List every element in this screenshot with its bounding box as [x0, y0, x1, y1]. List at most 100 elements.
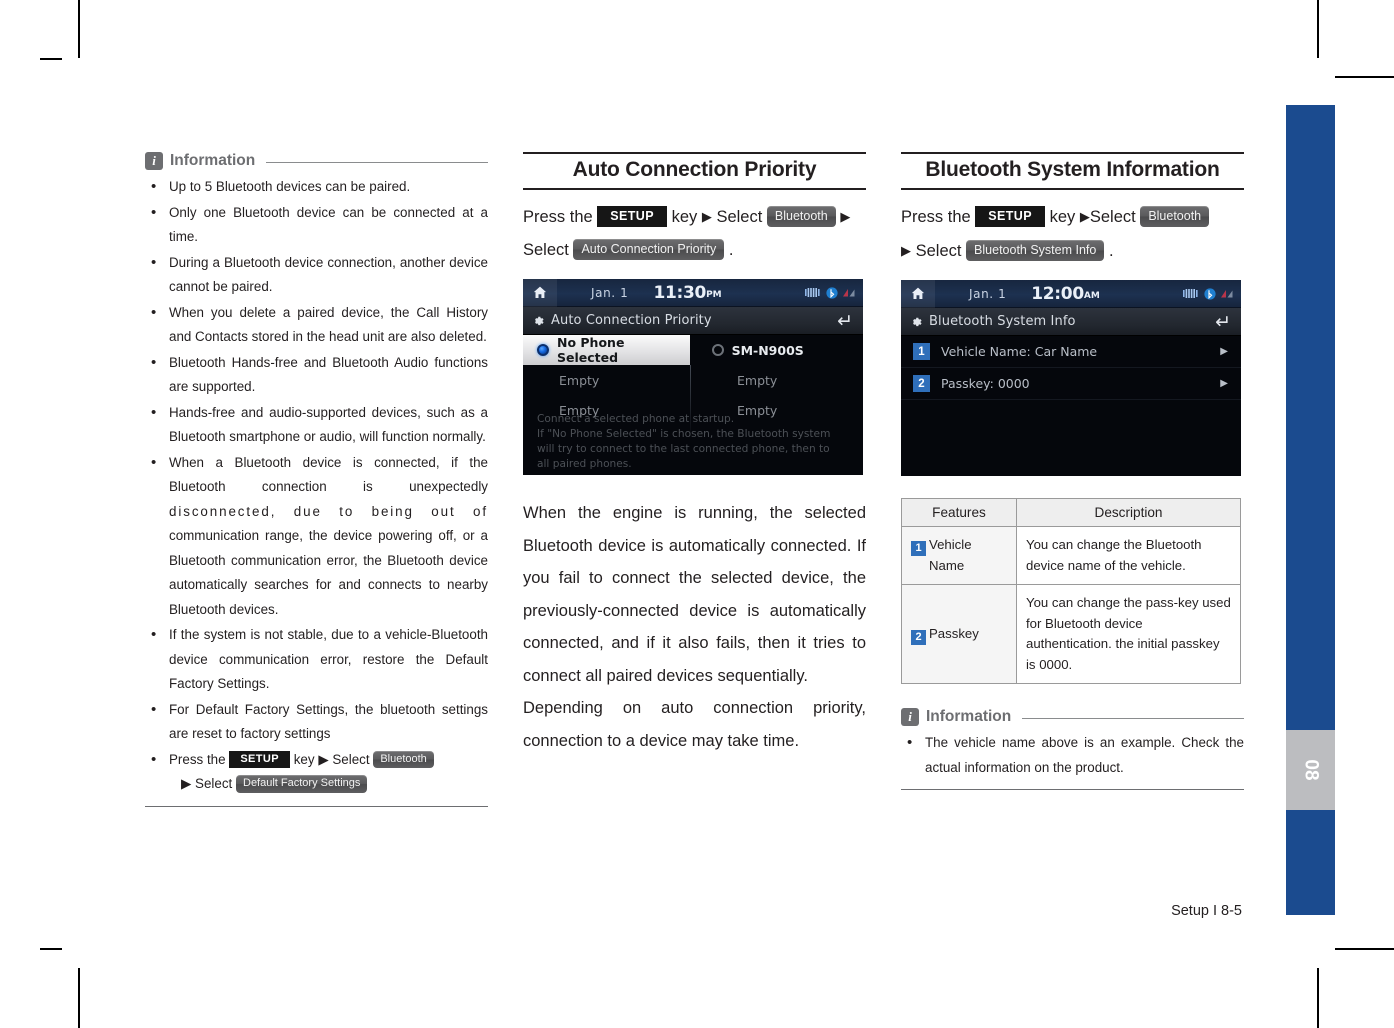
status-time-value: 11:30 — [653, 282, 707, 303]
section-header-bluetooth-system-info: Bluetooth System Information — [901, 152, 1244, 190]
list-item-passkey[interactable]: 2 Passkey: 0000 ▶ — [901, 368, 1241, 400]
page-footer: Setup I 8-5 — [1171, 903, 1242, 919]
select-label: Select — [716, 208, 763, 226]
home-icon[interactable] — [523, 279, 557, 307]
antenna-icon — [843, 289, 855, 297]
status-time-ampm: PM — [706, 289, 722, 300]
list-item-text-part2: communication range, the device powering… — [169, 528, 488, 617]
list-row: No Phone Selected SM-N900S — [523, 335, 863, 365]
radio-selected-icon — [537, 344, 549, 356]
bluetooth-system-info-badge[interactable]: Bluetooth System Info — [966, 240, 1105, 262]
list-item-steps: Press the SETUP key ▶ Select Bluetooth ▶… — [145, 748, 488, 797]
setup-key-badge[interactable]: SETUP — [229, 750, 290, 769]
list-item-label: SM-N900S — [731, 342, 804, 358]
help-line: all paired phones. — [537, 458, 632, 470]
list-item: The vehicle name above is an example. Ch… — [901, 731, 1244, 780]
callout-number-1: 1 — [911, 541, 926, 556]
status-time: 11:30PM — [653, 283, 721, 303]
page-title: Bluetooth System Information — [925, 158, 1220, 181]
information-bullet-list: Up to 5 Bluetooth devices can be paired.… — [145, 175, 488, 797]
head-unit-screenshot-bluetooth-info: Jan. 1 12:00AM Bluetooth System Info ↵ 1… — [901, 280, 1241, 476]
auto-connection-priority-badge[interactable]: Auto Connection Priority — [573, 239, 725, 261]
callout-number-1: 1 — [913, 343, 930, 360]
information-header-right: i Information — [901, 708, 1244, 726]
setup-key-badge[interactable]: SETUP — [975, 206, 1045, 228]
setup-key-badge[interactable]: SETUP — [597, 206, 667, 228]
key-word-label: key — [671, 208, 698, 226]
information-header-left: i Information — [145, 152, 488, 170]
list-item: Hands-free and audio-supported devices, … — [145, 401, 488, 450]
body-paragraph-2: Depending on auto connection priority, c… — [523, 699, 866, 750]
back-arrow-icon[interactable]: ↵ — [1215, 311, 1231, 333]
list-item-empty[interactable]: Empty — [693, 365, 863, 395]
information-bottom-rule — [145, 805, 488, 807]
select-label: Select — [1089, 208, 1136, 226]
chapter-index-marker: 08 — [1286, 730, 1335, 810]
table-header-row: Features Description — [901, 498, 1241, 527]
information-title: Information — [170, 152, 256, 169]
list-item: Bluetooth Hands-free and Bluetooth Audio… — [145, 351, 488, 400]
step-arrow-icon-2: ▶ — [840, 209, 851, 224]
information-title: Information — [926, 708, 1012, 725]
list-item-label: Empty — [559, 372, 600, 388]
bluetooth-menu-badge[interactable]: Bluetooth — [1140, 206, 1210, 228]
key-word-label: key — [1049, 208, 1076, 226]
feature-name-line1: Vehicle — [929, 537, 972, 552]
features-table: Features Description 1 Vehicle Name You ca… — [901, 498, 1241, 684]
info-icon: i — [145, 152, 163, 170]
head-unit-status-bar: Jan. 1 12:00AM — [901, 280, 1241, 308]
information-bullet-list-right: The vehicle name above is an example. Ch… — [901, 731, 1244, 780]
status-time-value: 12:00 — [1031, 283, 1084, 304]
list-item-text-spread: disconnected, due to being out of — [169, 503, 488, 519]
status-time: 12:00AM — [1031, 284, 1100, 304]
signal-bars-icon — [1183, 289, 1198, 298]
table-row: 2 Passkey You can change the pass-key use… — [901, 584, 1241, 684]
head-unit-screenshot-auto-connection: Jan. 1 11:30PM Auto Connection Priority … — [523, 279, 863, 475]
list-item-label: Vehicle Name: Car Name — [941, 344, 1098, 359]
page-content: i Information Up to 5 Bluetooth devices … — [145, 152, 1245, 807]
crop-mark-top-right-horizontal — [1335, 76, 1394, 78]
list-item-label: Empty — [737, 372, 778, 388]
status-icons — [805, 286, 856, 299]
signal-bars-icon — [805, 288, 820, 297]
period: . — [1108, 242, 1114, 260]
crop-mark-top-right-vertical — [1317, 0, 1319, 58]
step-line-2: ▶ Select Default Factory Settings — [169, 772, 488, 797]
list-item-vehicle-name[interactable]: 1 Vehicle Name: Car Name ▶ — [901, 336, 1241, 368]
auto-connection-list: No Phone Selected SM-N900S Empty Empty E… — [523, 335, 863, 475]
left-column: i Information Up to 5 Bluetooth devices … — [145, 152, 488, 807]
cell-feature-passkey: 2 Passkey — [901, 584, 1017, 684]
chapter-number: 08 — [1300, 759, 1322, 781]
list-item-sm-n900s[interactable]: SM-N900S — [690, 335, 860, 365]
section-header-auto-connection: Auto Connection Priority — [523, 152, 866, 190]
list-item-empty[interactable]: Empty — [523, 365, 693, 395]
period: . — [728, 241, 734, 259]
bluetooth-menu-badge[interactable]: Bluetooth — [373, 750, 434, 769]
back-arrow-icon[interactable]: ↵ — [837, 310, 853, 332]
step-arrow-icon-2: ▶ — [901, 243, 911, 258]
list-item: When you delete a paired device, the Cal… — [145, 301, 488, 350]
callout-number-2: 2 — [911, 629, 926, 645]
bluetooth-menu-badge[interactable]: Bluetooth — [766, 206, 836, 228]
status-time-ampm: AM — [1083, 290, 1100, 301]
header-rule — [1022, 717, 1244, 719]
screen-help-text: Connect a selected phone at startup. If … — [537, 412, 830, 472]
table-row: 1 Vehicle Name You can change the Bluetoot… — [901, 526, 1241, 585]
list-item-no-phone-selected[interactable]: No Phone Selected — [523, 335, 690, 365]
gear-icon — [913, 317, 922, 326]
radio-unselected-icon — [711, 344, 724, 356]
home-icon[interactable] — [901, 280, 935, 308]
select-label-2: Select — [523, 241, 569, 259]
crop-mark-top-left-horizontal — [40, 58, 62, 60]
info-icon: i — [901, 708, 919, 726]
feature-name-line1: Passkey — [929, 625, 979, 641]
body-paragraph-1: When the engine is running, the selected… — [523, 504, 866, 685]
default-factory-settings-badge[interactable]: Default Factory Settings — [236, 775, 368, 793]
list-item: Up to 5 Bluetooth devices can be paired. — [145, 175, 488, 200]
status-date: Jan. 1 — [969, 286, 1007, 301]
right-column: Bluetooth System Information Press the S… — [901, 152, 1244, 807]
crop-mark-top-left-vertical — [78, 0, 80, 58]
step-arrow-icon: ▶ — [318, 751, 329, 767]
chevron-right-icon: ▶ — [1220, 378, 1228, 389]
status-date: Jan. 1 — [591, 285, 629, 300]
